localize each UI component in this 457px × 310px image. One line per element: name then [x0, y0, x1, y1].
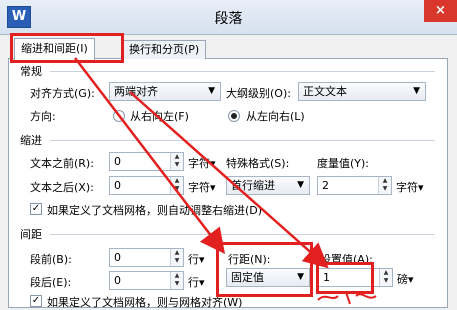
divider: [50, 71, 435, 72]
group-title-indent: 缩进: [20, 134, 42, 147]
chevron-down-icon: ▼: [297, 180, 304, 190]
spacing-before-label: 段前(B):: [30, 253, 72, 266]
highlight-box-tab: [10, 33, 124, 63]
group-title-spacing: 间距: [20, 228, 42, 241]
chevron-down-icon: ▼: [413, 86, 420, 96]
spin-buttons[interactable]: ▲ ▼: [379, 269, 392, 286]
spacing-after-input[interactable]: 0 ▲ ▼: [109, 271, 184, 290]
direction-ltr-radio[interactable]: [228, 110, 240, 122]
spin-buttons[interactable]: ▲ ▼: [378, 177, 391, 194]
alignment-label: 对齐方式(G):: [30, 87, 95, 100]
spacing-before-value: 0: [114, 251, 121, 264]
spacing-before-input[interactable]: 0 ▲ ▼: [109, 248, 184, 267]
spacing-after-unit[interactable]: 行▾: [188, 274, 205, 290]
by-value-value: 2: [322, 179, 329, 192]
spin-buttons[interactable]: ▲ ▼: [170, 272, 183, 289]
highlight-box-line-spacing: [216, 242, 313, 297]
close-button[interactable]: ×: [424, 0, 457, 22]
outline-level-value: 正文文本: [303, 85, 347, 98]
spin-buttons[interactable]: ▲ ▼: [170, 177, 183, 194]
indent-before-unit[interactable]: 字符▾: [188, 155, 216, 171]
spacing-after-label: 段后(E):: [30, 276, 72, 289]
indent-before-label: 文本之前(R):: [30, 157, 94, 170]
spacing-after-value: 0: [114, 274, 121, 287]
direction-rtl-radio[interactable]: [113, 110, 125, 122]
indent-after-input[interactable]: 0 ▲ ▼: [109, 176, 184, 195]
divider: [50, 234, 435, 235]
alignment-select[interactable]: 两端对齐 ▼: [109, 82, 221, 101]
spin-buttons[interactable]: ▲ ▼: [170, 153, 183, 170]
indent-before-input[interactable]: 0 ▲ ▼: [109, 152, 184, 171]
outline-level-select[interactable]: 正文文本 ▼: [298, 82, 426, 101]
alignment-value: 两端对齐: [114, 85, 158, 98]
direction-rtl-label: 从右向左(F): [130, 110, 189, 123]
indent-after-label: 文本之后(X):: [30, 181, 94, 194]
by-value-unit[interactable]: 字符▾: [396, 179, 424, 195]
auto-adjust-checkbox[interactable]: ✓: [30, 203, 42, 215]
special-format-value: 首行缩进: [231, 179, 275, 192]
indent-after-value: 0: [114, 179, 121, 192]
auto-adjust-label: 如果定义了文档网格，则自动调整右缩进(D): [47, 204, 263, 217]
chevron-down-icon: ▼: [208, 86, 215, 96]
divider: [50, 140, 435, 141]
direction-ltr-label: 从左向右(L): [246, 110, 305, 123]
dialog-title: 段落: [214, 11, 243, 27]
by-value-input[interactable]: 2 ▲ ▼: [317, 176, 392, 195]
special-format-select[interactable]: 首行缩进 ▼: [226, 176, 310, 195]
highlight-box-set-value: [316, 262, 374, 294]
indent-before-value: 0: [114, 155, 121, 168]
tab-line-page-breaks[interactable]: 换行和分页(P): [122, 40, 207, 59]
spacing-before-unit[interactable]: 行▾: [188, 251, 205, 267]
indent-after-unit[interactable]: 字符▾: [188, 179, 216, 195]
special-format-label: 特殊格式(S):: [226, 157, 290, 170]
by-value-label: 度量值(Y):: [317, 157, 370, 170]
set-value-unit[interactable]: 磅▾: [397, 271, 414, 287]
direction-label: 方向:: [30, 110, 56, 123]
outline-level-label: 大纲级别(O):: [226, 87, 291, 100]
group-title-general: 常规: [20, 65, 42, 78]
snap-grid-checkbox[interactable]: ✓: [30, 295, 42, 307]
spin-buttons[interactable]: ▲ ▼: [170, 249, 183, 266]
snap-grid-label: 如果定义了文档网格，则与网格对齐(W): [47, 296, 243, 309]
